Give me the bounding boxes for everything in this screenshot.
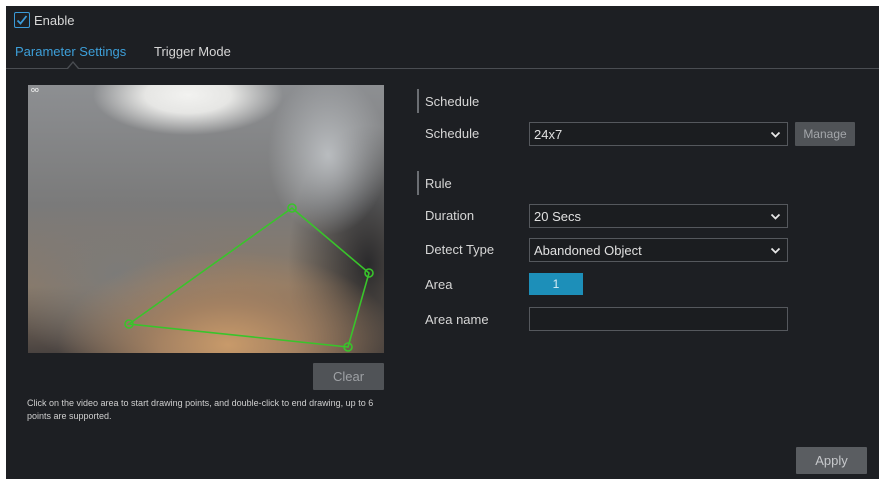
enable-label: Enable	[34, 12, 75, 28]
schedule-select[interactable]: 24x7	[529, 122, 788, 146]
area-label: Area	[425, 277, 453, 292]
area-name-input[interactable]	[529, 307, 788, 331]
duration-select[interactable]: 20 Secs	[529, 204, 788, 228]
schedule-section-title: Schedule	[425, 94, 480, 109]
drawing-hint: Click on the video area to start drawing…	[27, 398, 374, 421]
rule-section-bar	[417, 171, 419, 195]
detect-type-label: Detect Type	[425, 242, 495, 257]
area-name-label: Area name	[425, 312, 489, 327]
video-preview[interactable]: oo	[28, 85, 384, 353]
check-icon	[16, 15, 28, 25]
active-tab-indicator	[67, 61, 79, 69]
enable-checkbox[interactable]	[14, 12, 30, 28]
apply-button[interactable]: Apply	[796, 447, 867, 474]
detection-polygon[interactable]	[126, 206, 370, 348]
rule-section-title: Rule	[425, 176, 452, 191]
manage-button[interactable]: Manage	[795, 122, 855, 146]
chevron-down-icon	[770, 131, 781, 138]
schedule-section-bar	[417, 89, 419, 113]
tab-parameter-settings[interactable]: Parameter Settings	[15, 44, 126, 59]
smart-event-settings-panel: Enable Parameter Settings Trigger Mode o…	[6, 6, 879, 479]
area-1-button[interactable]: 1	[529, 273, 583, 295]
clear-button[interactable]: Clear	[313, 363, 384, 390]
chevron-down-icon	[770, 247, 781, 254]
chevron-down-icon	[770, 213, 781, 220]
schedule-value: 24x7	[534, 126, 563, 142]
schedule-label: Schedule	[425, 126, 480, 141]
detect-type-select[interactable]: Abandoned Object	[529, 238, 788, 262]
duration-value: 20 Secs	[534, 208, 581, 224]
detect-type-value: Abandoned Object	[534, 242, 642, 258]
tab-bar: Parameter Settings Trigger Mode	[6, 42, 879, 69]
duration-label: Duration	[425, 208, 475, 223]
detection-area-overlay[interactable]	[28, 85, 384, 353]
enable-toggle[interactable]: Enable	[14, 12, 74, 28]
tab-trigger-mode[interactable]: Trigger Mode	[154, 44, 231, 59]
